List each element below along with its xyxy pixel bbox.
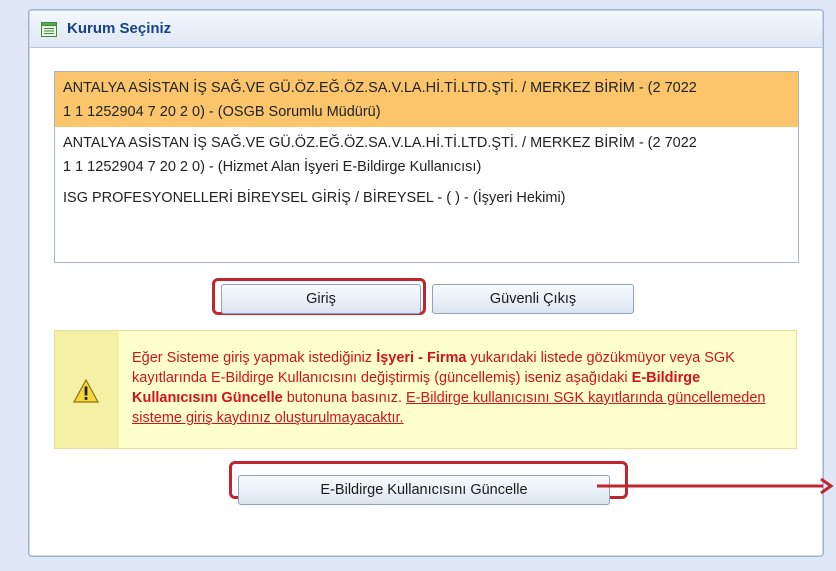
list-item-line1: ANTALYA ASİSTAN İŞ SAĞ.VE GÜ.ÖZ.EĞ.ÖZ.SA… bbox=[63, 135, 697, 151]
warning-bold-firm: İşyeri - Firma bbox=[376, 350, 467, 366]
warning-message: Eğer Sisteme giriş yapmak istediğiniz İş… bbox=[132, 348, 782, 428]
warning-box: Eğer Sisteme giriş yapmak istediğiniz İş… bbox=[54, 330, 797, 449]
warning-text-3: butonuna basınız. bbox=[282, 390, 407, 406]
warning-text-1: Eğer Sisteme giriş yapmak istediğiniz bbox=[132, 350, 377, 366]
update-ebildirge-user-button[interactable]: E-Bildirge Kullanıcısını Güncelle bbox=[238, 475, 610, 505]
institution-select-panel: Kurum Seçiniz ANTALYA ASİSTAN İŞ SAĞ.VE … bbox=[28, 9, 824, 557]
list-item-line2: 1 1 1252904 7 20 2 0) - (Hizmet Alan İşy… bbox=[63, 159, 482, 175]
list-icon bbox=[41, 22, 57, 37]
list-item[interactable]: ANTALYA ASİSTAN İŞ SAĞ.VE GÜ.ÖZ.EĞ.ÖZ.SA… bbox=[55, 72, 798, 127]
arrow-right-icon bbox=[597, 477, 834, 495]
list-item[interactable]: ANTALYA ASİSTAN İŞ SAĞ.VE GÜ.ÖZ.EĞ.ÖZ.SA… bbox=[55, 127, 798, 182]
list-item-line2: 1 1 1252904 7 20 2 0) - (OSGB Sorumlu Mü… bbox=[63, 104, 381, 120]
list-item[interactable]: ISG PROFESYONELLERİ BİREYSEL GİRİŞ / BİR… bbox=[55, 182, 798, 213]
warning-triangle-icon bbox=[73, 379, 99, 403]
panel-header: Kurum Seçiniz bbox=[30, 11, 822, 48]
warning-icon-area bbox=[55, 331, 119, 448]
panel-title: Kurum Seçiniz bbox=[67, 20, 172, 37]
login-button[interactable]: Giriş bbox=[221, 284, 421, 314]
institution-listbox[interactable]: ANTALYA ASİSTAN İŞ SAĞ.VE GÜ.ÖZ.EĞ.ÖZ.SA… bbox=[54, 71, 799, 263]
list-item-line1: ISG PROFESYONELLERİ BİREYSEL GİRİŞ / BİR… bbox=[63, 190, 566, 206]
secure-logout-button[interactable]: Güvenli Çıkış bbox=[432, 284, 634, 314]
list-item-line1: ANTALYA ASİSTAN İŞ SAĞ.VE GÜ.ÖZ.EĞ.ÖZ.SA… bbox=[63, 80, 697, 96]
